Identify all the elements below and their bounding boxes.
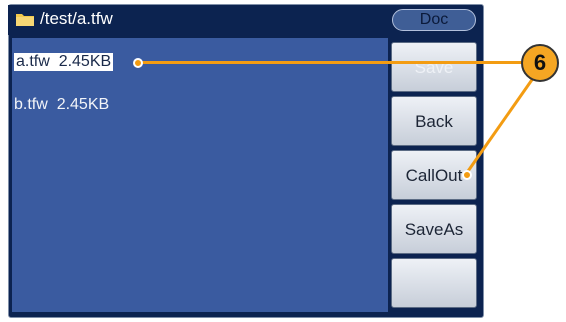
folder-icon [16, 14, 34, 26]
file-item-selected[interactable]: a.tfw 2.45KB [14, 53, 114, 71]
file-list-panel [12, 38, 388, 312]
pointer-dot [462, 170, 472, 180]
blank-softkey[interactable] [391, 258, 477, 308]
pointer-dot [133, 58, 143, 68]
file-item[interactable]: b.tfw 2.45KB [14, 96, 109, 114]
callout-pointer-diagonal [464, 73, 538, 175]
doc-mode-indicator: Doc [392, 9, 476, 31]
saveas-softkey[interactable]: SaveAs [391, 204, 477, 254]
file-size: 2.45KB [56, 96, 110, 113]
file-name: b.tfw [14, 96, 48, 113]
file-size: 2.45KB [58, 53, 112, 70]
file-name: a.tfw [16, 53, 50, 70]
callout-number-badge: 6 [521, 44, 559, 82]
callout-pointer-line [138, 61, 523, 64]
current-path: /test/a.tfw [40, 9, 113, 28]
